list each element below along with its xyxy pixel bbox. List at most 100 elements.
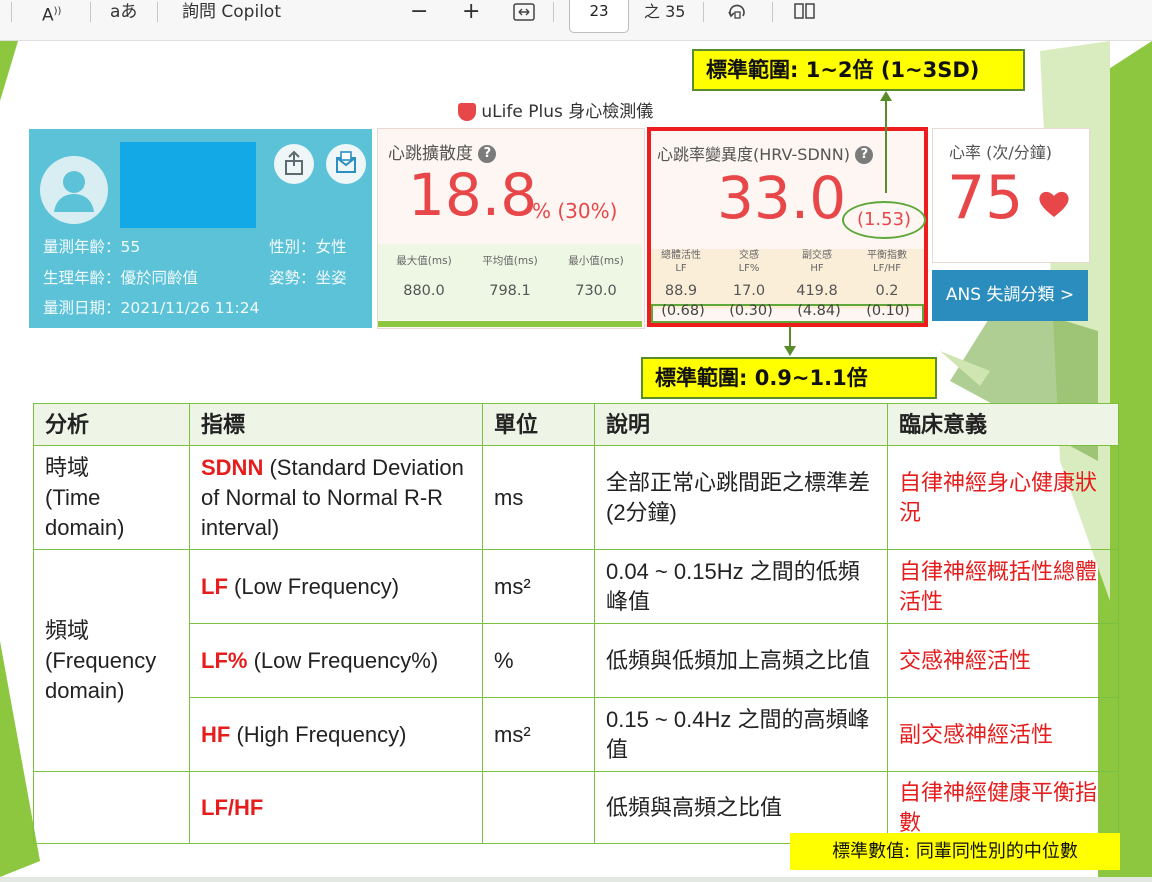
indicator-cell: LF/HF bbox=[189, 771, 483, 844]
clinical-meaning-cell: 自律神經身心健康狀況 bbox=[887, 445, 1119, 550]
indicator-keyword: LF/HF bbox=[201, 794, 264, 820]
toolbar-divider bbox=[90, 2, 91, 22]
indicator-keyword: LF% bbox=[201, 647, 248, 673]
callout-arrow-down bbox=[784, 326, 796, 356]
heart-rate-title: 心率 (次/分鐘) bbox=[949, 143, 1052, 162]
page-total: 之 35 bbox=[644, 2, 686, 21]
table-row: 頻域 (Frequency domain) LF (Low Frequency)… bbox=[33, 549, 1119, 772]
toolbar-divider bbox=[157, 2, 158, 22]
hrv-label: 總體活性 LF bbox=[661, 250, 701, 274]
hrv-value: 33.0 bbox=[717, 164, 847, 232]
table-row: 時域 (Time domain) SDNN (Standard Deviatio… bbox=[33, 445, 1119, 550]
gender: 性別：女性 bbox=[269, 238, 347, 256]
dispersion-sub-value: 730.0 bbox=[575, 283, 617, 299]
clinical-meaning-cell: 交感神經活性 bbox=[887, 623, 1119, 698]
column-header: 臨床意義 bbox=[887, 403, 1119, 446]
hrv-sub-ratio: (0.30) bbox=[729, 303, 773, 319]
column-header: 分析 bbox=[33, 403, 190, 446]
ans-classification-button[interactable]: ANS 失調分類 > bbox=[932, 270, 1088, 321]
hrv-label: 副交感 HF bbox=[802, 250, 832, 274]
dispersion-label: 平均值(ms) bbox=[482, 255, 538, 267]
analysis-cell: 時域 (Time domain) bbox=[33, 445, 190, 550]
hrv-sub-ratio: (0.68) bbox=[661, 303, 705, 319]
analysis-cell bbox=[33, 771, 190, 844]
analysis-cell: 頻域 (Frequency domain) bbox=[33, 549, 190, 772]
indicator-cell: LF% (Low Frequency%) bbox=[189, 623, 483, 698]
dispersion-bar bbox=[378, 321, 642, 327]
toolbar-divider bbox=[553, 2, 554, 22]
standard-value-note: 標準數值: 同輩同性別的中位數 bbox=[790, 833, 1120, 870]
translate-icon[interactable]: aあ bbox=[110, 0, 137, 26]
column-header: 說明 bbox=[594, 403, 888, 446]
dispersion-sub-value: 798.1 bbox=[489, 283, 531, 299]
heart-rate-value: 75 bbox=[947, 163, 1024, 233]
column-header: 單位 bbox=[482, 403, 595, 446]
help-icon[interactable]: ? bbox=[855, 146, 874, 164]
unit-cell bbox=[482, 771, 595, 844]
posture: 姿勢：坐姿 bbox=[269, 269, 347, 287]
toolbar-divider bbox=[11, 2, 12, 22]
page-number-input[interactable]: 23 bbox=[569, 0, 629, 33]
ask-copilot-button[interactable]: 詢問 Copilot bbox=[182, 0, 281, 26]
unit-cell: ms² bbox=[482, 697, 595, 772]
column-header: 指標 bbox=[189, 403, 483, 446]
hrv-sub-value: 17.0 bbox=[732, 283, 766, 299]
unit-cell: ms² bbox=[482, 549, 595, 624]
heart-rate-card: 心率 (次/分鐘) 75 bbox=[932, 128, 1090, 263]
hrv-sub-value: 88.9 bbox=[664, 283, 698, 299]
share-icon[interactable] bbox=[274, 144, 314, 184]
indicator-description: (High Frequency) bbox=[230, 721, 407, 747]
hrv-label: 交感 LF% bbox=[738, 250, 760, 274]
indicator-cell: HF (High Frequency) bbox=[189, 697, 483, 772]
indicator-keyword: LF bbox=[201, 573, 228, 599]
dispersion-sub-value: 880.0 bbox=[403, 283, 445, 299]
hrv-title: 心跳率變異度(HRV-SDNN) bbox=[657, 145, 850, 164]
indicator-keyword: HF bbox=[201, 721, 231, 747]
hrv-sub-value: 419.8 bbox=[796, 283, 838, 299]
viewer-bottom-edge bbox=[0, 877, 1152, 882]
rotate-icon[interactable] bbox=[725, 2, 749, 28]
zoom-out-button[interactable]: − bbox=[410, 0, 428, 26]
device-title: uLife Plus 身心檢測儀 bbox=[481, 102, 654, 122]
explanation-cell: 0.04 ~ 0.15Hz 之間的低頻峰值 bbox=[594, 549, 888, 624]
indicator-description: (Low Frequency%) bbox=[247, 647, 439, 673]
standard-range-callout-top: 標準範圍: 1~2倍 (1~3SD) bbox=[692, 49, 1025, 91]
shield-heart-icon bbox=[458, 103, 476, 121]
table-row: HF (High Frequency) ms² 0.15 ~ 0.4Hz 之間的… bbox=[34, 697, 1119, 772]
fit-width-icon[interactable] bbox=[513, 3, 535, 29]
read-aloud-icon[interactable]: A)) bbox=[42, 0, 61, 26]
explanation-cell: 全部正常心跳間距之標準差(2分鐘) bbox=[594, 445, 888, 550]
indicator-description: (Low Frequency) bbox=[227, 573, 400, 599]
clinical-meaning-cell: 副交感神經活性 bbox=[887, 697, 1119, 772]
hrv-label: 平衡指數 LF/HF bbox=[867, 250, 907, 274]
dispersion-label: 最小值(ms) bbox=[568, 255, 624, 267]
toolbar-divider bbox=[703, 2, 704, 22]
physiological-age: 生理年齡：優於同齡值 bbox=[43, 269, 199, 287]
indicator-cell: SDNN (Standard Deviation of Normal to No… bbox=[189, 445, 483, 550]
callout-arrow-up bbox=[880, 91, 892, 193]
measured-age: 量測年齡：55 bbox=[43, 238, 141, 256]
hrv-ratio: (1.53) bbox=[842, 201, 926, 239]
table-row: LF% (Low Frequency%) % 低頻與低頻加上高頻之比值 交感神經… bbox=[34, 623, 1119, 698]
avatar-icon bbox=[40, 156, 108, 224]
hrv-sub-ratio: (0.10) bbox=[866, 303, 910, 319]
indicator-cell: LF (Low Frequency) bbox=[189, 549, 483, 624]
pdf-toolbar: A)) aあ 詢問 Copilot − + 23 之 35 bbox=[0, 0, 1152, 41]
heart-icon bbox=[1037, 189, 1071, 223]
unit-cell: % bbox=[482, 623, 595, 698]
standard-range-callout-middle: 標準範圍: 0.9~1.1倍 bbox=[641, 357, 937, 399]
zoom-in-button[interactable]: + bbox=[462, 0, 480, 26]
explanation-cell: 低頻與低頻加上高頻之比值 bbox=[594, 623, 888, 698]
device-heading: uLife Plus 身心檢測儀 bbox=[458, 97, 653, 122]
hrv-sub-value: 0.2 bbox=[875, 283, 899, 299]
indicator-keyword: SDNN bbox=[201, 454, 264, 480]
report-mail-icon[interactable] bbox=[326, 144, 366, 184]
measure-date: 量測日期：2021/11/26 11:24 bbox=[43, 299, 260, 317]
clinical-meaning-cell: 自律神經概括性總體活性 bbox=[887, 549, 1119, 624]
page-view-icon[interactable] bbox=[793, 2, 817, 28]
pdf-page: uLife Plus 身心檢測儀 量測年齡：55 性別：女性 生理年齡：優於同齡… bbox=[0, 41, 1152, 877]
dispersion-card: 心跳擴散度 ? 18.8 % (30%) 最大值(ms) 平均值(ms) 最小值… bbox=[377, 128, 645, 329]
dispersion-label: 最大值(ms) bbox=[396, 255, 452, 267]
toolbar-divider bbox=[772, 2, 773, 22]
redacted-name bbox=[120, 142, 256, 228]
